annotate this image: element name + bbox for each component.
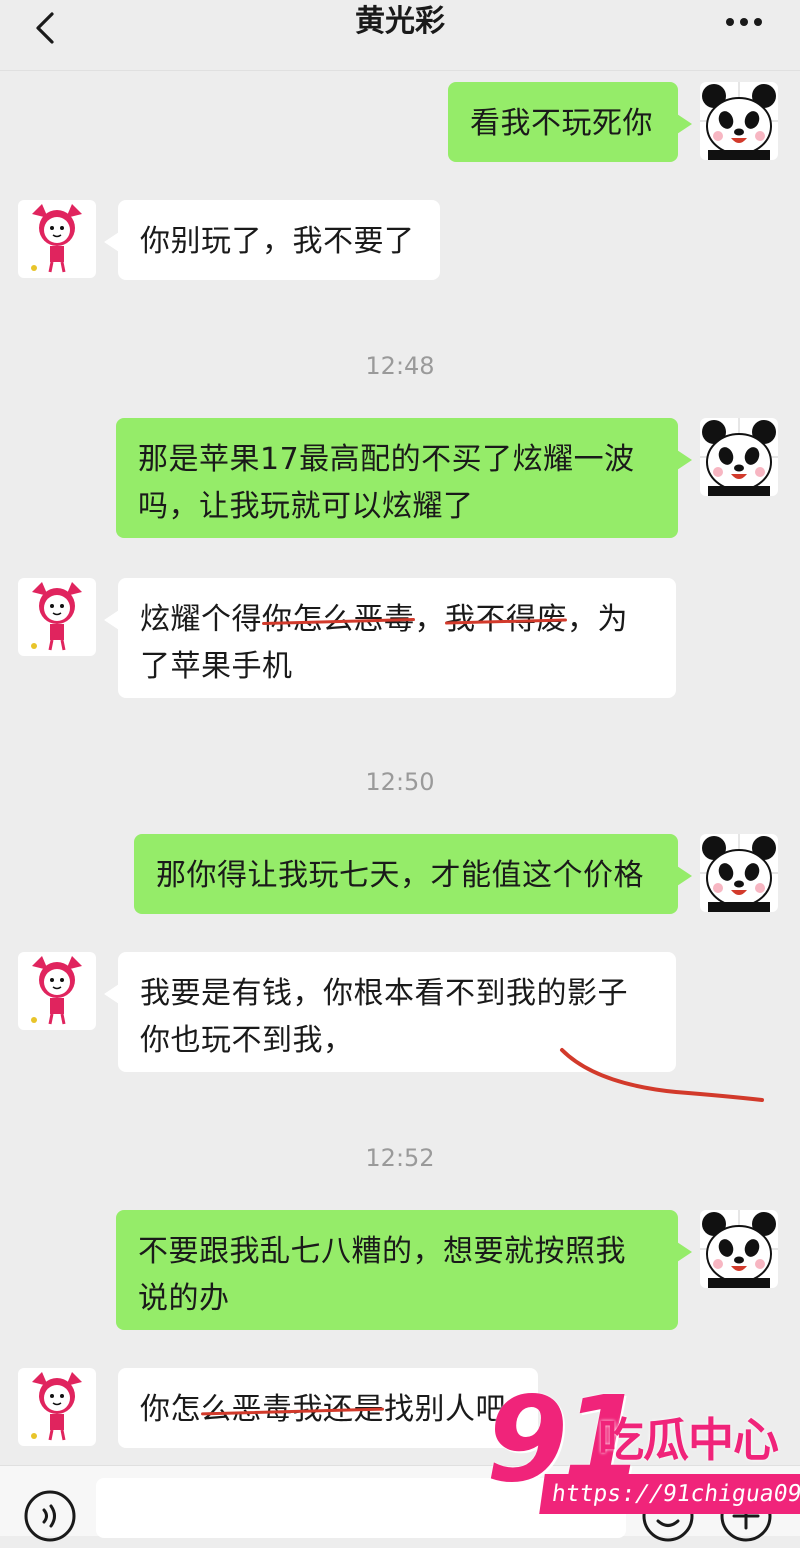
message-text: 你别玩了，我不要了 bbox=[140, 224, 415, 259]
panda-avatar-icon bbox=[700, 418, 778, 496]
site-watermark: 91 吃瓜中心 https://91chigua09.com bbox=[486, 1370, 800, 1522]
more-button[interactable] bbox=[722, 14, 772, 34]
panda-avatar-icon bbox=[700, 82, 778, 160]
voice-icon bbox=[24, 1490, 76, 1542]
my-avatar[interactable] bbox=[700, 82, 778, 160]
message-bubble-received[interactable]: 炫耀个得你怎么恶毒，我不得废，为了苹果手机 bbox=[104, 578, 676, 698]
my-avatar[interactable] bbox=[700, 1210, 778, 1288]
message-text-part: ， bbox=[414, 602, 445, 637]
more-dots-icon bbox=[726, 18, 762, 26]
watermark-text: 吃瓜中心 bbox=[598, 1413, 779, 1467]
cartoon-girl-avatar-icon bbox=[18, 200, 96, 278]
cartoon-girl-avatar-icon bbox=[18, 1368, 96, 1446]
message-bubble-sent[interactable]: 不要跟我乱七八糟的，想要就按照我说的办 bbox=[116, 1210, 692, 1330]
my-avatar[interactable] bbox=[700, 834, 778, 912]
voice-button[interactable] bbox=[22, 1488, 78, 1544]
message-text: 不要跟我乱七八糟的，想要就按照我说的办 bbox=[138, 1234, 626, 1316]
cartoon-girl-avatar-icon bbox=[18, 952, 96, 1030]
cartoon-girl-avatar-icon bbox=[18, 578, 96, 656]
message-text: 看我不玩死你 bbox=[470, 106, 653, 141]
chat-title: 黄光彩 bbox=[355, 4, 445, 39]
message-text-part: 炫耀个得 bbox=[140, 602, 262, 637]
contact-avatar[interactable] bbox=[18, 578, 96, 656]
contact-avatar[interactable] bbox=[18, 1368, 96, 1446]
contact-avatar[interactable] bbox=[18, 200, 96, 278]
message-bubble-sent[interactable]: 那是苹果17最高配的不买了炫耀一波吗，让我玩就可以炫耀了 bbox=[116, 418, 692, 538]
contact-avatar[interactable] bbox=[18, 952, 96, 1030]
message-bubble-sent[interactable]: 看我不玩死你 bbox=[448, 82, 692, 162]
watermark-url: https://91chigua09.com bbox=[539, 1474, 800, 1514]
message-timestamp: 12:52 bbox=[365, 1144, 435, 1172]
message-bubble-received[interactable]: 你怎么恶毒我还是找别人吧 bbox=[118, 1368, 538, 1448]
message-text: 那是苹果17最高配的不买了炫耀一波吗，让我玩就可以炫耀了 bbox=[138, 442, 635, 524]
message-text: 那你得让我玩七天，才能值这个价格 bbox=[156, 858, 644, 893]
message-text: 我要是有钱，你根本看不到我的影子你也玩不到我， bbox=[140, 976, 628, 1058]
message-timestamp: 12:50 bbox=[365, 768, 435, 796]
struck-text: 么恶毒我还是 bbox=[201, 1392, 384, 1427]
chat-message-list[interactable]: 看我不玩死你 你别玩了，我不要了 12:48 那是苹果17最高配的不买了炫耀一波… bbox=[0, 70, 800, 1465]
my-avatar[interactable] bbox=[700, 418, 778, 496]
struck-text: 我不得废 bbox=[445, 602, 567, 637]
panda-avatar-icon bbox=[700, 834, 778, 912]
message-bubble-sent[interactable]: 那你得让我玩七天，才能值这个价格 bbox=[134, 834, 692, 914]
panda-avatar-icon bbox=[700, 1210, 778, 1288]
message-text-part: 你怎 bbox=[140, 1392, 201, 1427]
message-bubble-received[interactable]: 我要是有钱，你根本看不到我的影子你也玩不到我， bbox=[104, 952, 676, 1072]
struck-text: 你怎么恶毒 bbox=[262, 602, 415, 637]
message-timestamp: 12:48 bbox=[365, 352, 435, 380]
message-bubble-received[interactable]: 你别玩了，我不要了 bbox=[104, 200, 440, 280]
chat-header: 黄光彩 bbox=[0, 0, 800, 71]
